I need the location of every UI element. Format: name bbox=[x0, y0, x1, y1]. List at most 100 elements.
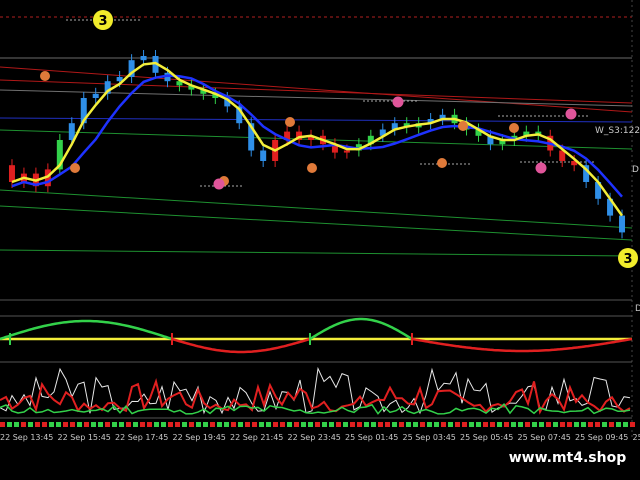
signal-cell bbox=[147, 422, 152, 427]
signal-cell bbox=[385, 422, 390, 427]
signal-cell bbox=[329, 422, 334, 427]
signal-cell bbox=[420, 422, 425, 427]
signal-cell bbox=[231, 422, 236, 427]
signal-cell bbox=[539, 422, 544, 427]
signal-cell bbox=[427, 422, 432, 427]
signal-cell bbox=[91, 422, 96, 427]
signal-cell bbox=[441, 422, 446, 427]
signal-cell bbox=[553, 422, 558, 427]
signal-cell bbox=[504, 422, 509, 427]
signal-cell bbox=[378, 422, 383, 427]
signal-cell bbox=[343, 422, 348, 427]
time-axis-label: 22 Sep 19:45 bbox=[173, 433, 226, 442]
signal-cell bbox=[133, 422, 138, 427]
signal-cell bbox=[175, 422, 180, 427]
wave-badge-bottom-label: 3 bbox=[623, 252, 632, 267]
signal-cell bbox=[623, 422, 628, 427]
pivot-dot-orange bbox=[285, 117, 295, 127]
signal-cell bbox=[497, 422, 502, 427]
pivot-dot-orange bbox=[40, 71, 50, 81]
candle-body bbox=[619, 215, 626, 233]
time-axis-label: 25 bbox=[633, 433, 640, 442]
signal-cell bbox=[434, 422, 439, 427]
pivot-dot-orange bbox=[458, 121, 468, 131]
candle-body bbox=[260, 150, 267, 161]
signal-cell bbox=[532, 422, 537, 427]
signal-cell bbox=[196, 422, 201, 427]
osc1-red-wave-2 bbox=[411, 337, 633, 353]
pivot-dot-orange bbox=[307, 163, 317, 173]
signal-cell bbox=[14, 422, 19, 427]
signal-cell bbox=[203, 422, 208, 427]
signal-cell bbox=[252, 422, 257, 427]
pivot-dot-pink bbox=[392, 96, 404, 108]
signal-cell bbox=[98, 422, 103, 427]
signal-cell bbox=[105, 422, 110, 427]
signal-cell bbox=[217, 422, 222, 427]
time-axis-label: 22 Sep 23:45 bbox=[288, 433, 341, 442]
level-label-w-s3: W_S3:122 bbox=[595, 126, 640, 136]
signal-cell bbox=[245, 422, 250, 427]
chart-canvas[interactable]: 3 3 W_S3:122 D D 22 Sep 13:45 22 Sep 15:45 22 S… bbox=[0, 0, 640, 480]
signal-cell bbox=[238, 422, 243, 427]
signal-cell bbox=[266, 422, 271, 427]
pivot-dot-pink bbox=[565, 108, 577, 120]
signal-cell bbox=[490, 422, 495, 427]
signal-cell bbox=[511, 422, 516, 427]
signal-cell bbox=[70, 422, 75, 427]
signal-cell bbox=[371, 422, 376, 427]
signal-cell bbox=[406, 422, 411, 427]
pivot-dot-orange bbox=[509, 123, 519, 133]
signal-cell bbox=[154, 422, 159, 427]
signal-cell bbox=[301, 422, 306, 427]
level-line-red-2 bbox=[0, 79, 633, 104]
signal-cell bbox=[56, 422, 61, 427]
signal-cell bbox=[168, 422, 173, 427]
pivot-dot-pink bbox=[213, 178, 225, 190]
signal-cell bbox=[595, 422, 600, 427]
level-line-blue bbox=[0, 117, 633, 123]
time-axis-label: 22 Sep 15:45 bbox=[58, 433, 111, 442]
wave-badge-top-label: 3 bbox=[98, 14, 107, 29]
signal-cell bbox=[161, 422, 166, 427]
candle-body bbox=[8, 165, 15, 182]
osc1-green-wave-2 bbox=[309, 317, 413, 341]
signal-cell bbox=[63, 422, 68, 427]
signal-cell bbox=[357, 422, 362, 427]
signal-cell bbox=[476, 422, 481, 427]
signal-cell bbox=[448, 422, 453, 427]
signal-cell bbox=[525, 422, 530, 427]
signal-cell bbox=[112, 422, 117, 427]
signal-cell bbox=[399, 422, 404, 427]
time-axis-label: 25 Sep 09:45 bbox=[575, 433, 628, 442]
signal-cell bbox=[287, 422, 292, 427]
level-label-d-bottom: D bbox=[635, 304, 640, 314]
signal-cell bbox=[0, 422, 5, 427]
signal-cell bbox=[546, 422, 551, 427]
signal-cell bbox=[189, 422, 194, 427]
time-axis-label: 25 Sep 03:45 bbox=[403, 433, 456, 442]
watermark: www.mt4.shop bbox=[495, 443, 640, 473]
pivot-dot-orange bbox=[70, 163, 80, 173]
candle-body bbox=[343, 150, 350, 153]
signal-cell bbox=[35, 422, 40, 427]
signal-cell bbox=[483, 422, 488, 427]
signal-cell bbox=[119, 422, 124, 427]
osc1-red-wave-1 bbox=[171, 337, 311, 354]
signal-cell bbox=[182, 422, 187, 427]
time-axis-label: 22 Sep 13:45 bbox=[0, 433, 53, 442]
signal-cell bbox=[560, 422, 565, 427]
signal-cell bbox=[273, 422, 278, 427]
signal-cell bbox=[315, 422, 320, 427]
signal-cell bbox=[336, 422, 341, 427]
signal-cell bbox=[462, 422, 467, 427]
signal-cell bbox=[350, 422, 355, 427]
signal-cell bbox=[574, 422, 579, 427]
osc1-green-wave-1 bbox=[0, 319, 173, 341]
pivot-dot-orange bbox=[437, 158, 447, 168]
signal-cell bbox=[469, 422, 474, 427]
signal-cell bbox=[49, 422, 54, 427]
candle-body bbox=[92, 93, 99, 98]
signal-cell bbox=[42, 422, 47, 427]
time-axis-label: 25 Sep 05:45 bbox=[460, 433, 513, 442]
